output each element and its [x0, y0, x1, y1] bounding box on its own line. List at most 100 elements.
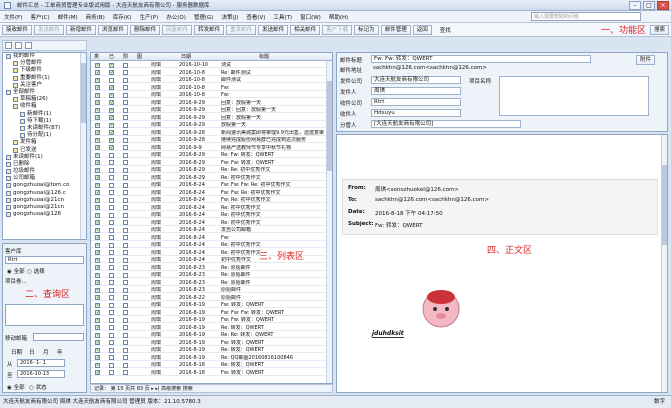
table-row[interactable]: 周琪 2016-8-23 Re: 原始邮件 — [91, 265, 332, 271]
row-attach-checkbox[interactable] — [123, 272, 128, 278]
row-attach-checkbox[interactable] — [123, 347, 128, 353]
table-row[interactable]: 周琪 2016-10-8 Fw: — [91, 85, 332, 91]
table-row[interactable]: 周琪 2016-10-8 邮件测试 — [91, 77, 332, 84]
row-type-checkbox[interactable] — [95, 197, 100, 203]
table-row[interactable]: 周琪 2016-8-19 Re: QQ邮图20160816100846 — [91, 355, 332, 361]
tree-node[interactable]: 发件箱 — [3, 139, 86, 146]
row-attach-checkbox[interactable] — [123, 115, 128, 120]
row-type-checkbox[interactable] — [95, 137, 100, 143]
row-type-checkbox[interactable] — [95, 257, 100, 263]
toolbar-button[interactable]: 删除邮件 — [130, 24, 161, 35]
table-row[interactable]: 周琪 2016-10-10 测试 — [91, 62, 332, 69]
sender-field[interactable]: 周琪 — [371, 87, 461, 95]
project-list[interactable] — [5, 304, 84, 326]
menu-item[interactable]: 库存(K) — [109, 13, 136, 21]
menu-item[interactable]: 帮助(H) — [325, 13, 352, 21]
row-read-checkbox[interactable] — [109, 302, 114, 308]
row-attach-checkbox[interactable] — [123, 220, 128, 225]
menu-item[interactable]: 办公(O) — [162, 13, 190, 21]
row-attach-checkbox[interactable] — [123, 182, 128, 188]
row-attach-checkbox[interactable] — [123, 205, 128, 210]
row-type-checkbox[interactable] — [95, 370, 100, 375]
table-row[interactable]: 周琪 2016-9-29 回复：放假第一天 — [91, 115, 332, 121]
tree-node[interactable]: 未读邮件(1) — [3, 154, 86, 161]
row-attach-checkbox[interactable] — [123, 160, 128, 165]
toolbar-button[interactable]: 浏览邮件 — [98, 24, 129, 35]
row-read-checkbox[interactable] — [109, 197, 114, 203]
row-read-checkbox[interactable] — [109, 205, 114, 210]
row-read-checkbox[interactable] — [109, 370, 114, 375]
row-attach-checkbox[interactable] — [123, 137, 128, 143]
customer-select[interactable]: Rtrt — [5, 256, 84, 264]
row-type-checkbox[interactable] — [95, 145, 100, 150]
col-date[interactable]: 日期 — [181, 53, 191, 61]
row-read-checkbox[interactable] — [109, 287, 114, 293]
row-read-checkbox[interactable] — [109, 347, 114, 353]
row-type-checkbox[interactable] — [95, 280, 100, 285]
toolbar-button[interactable]: 回复邮件 — [162, 24, 193, 35]
row-type-checkbox[interactable] — [95, 85, 100, 90]
toolbar-button[interactable]: 接收邮件 — [2, 24, 33, 35]
tree-node[interactable]: 关注客户 — [3, 82, 86, 89]
table-row[interactable]: 周琪 2016-8-19 Fw: 转发：QWERT — [91, 302, 332, 309]
table-row[interactable]: 周琪 2016-9-29 回复：放假第一天 — [91, 100, 332, 106]
table-row[interactable]: 周琪 2016-8-29 Re: Re: 初中优秀作文 — [91, 167, 332, 174]
row-type-checkbox[interactable] — [95, 152, 100, 158]
attach-button[interactable]: 附件 — [635, 55, 655, 65]
table-row[interactable]: 周琪 2016-8-24 Fw: Fw: Re: 初中优秀作文 — [91, 190, 332, 196]
row-attach-checkbox[interactable] — [123, 77, 128, 83]
row-read-checkbox[interactable] — [109, 145, 114, 150]
row-type-checkbox[interactable] — [95, 167, 100, 173]
row-type-checkbox[interactable] — [95, 107, 100, 113]
tree-node[interactable]: gongzhuoai@tom.co — [3, 182, 86, 189]
row-type-checkbox[interactable] — [95, 317, 100, 323]
date-tab-day[interactable]: 日 — [29, 348, 35, 356]
row-type-checkbox[interactable] — [95, 362, 100, 368]
row-type-checkbox[interactable] — [95, 160, 100, 165]
row-type-checkbox[interactable] — [95, 287, 100, 293]
recv-company-field[interactable]: Rtrt — [371, 98, 461, 106]
row-type-checkbox[interactable] — [95, 295, 100, 300]
close-button[interactable]: × — [657, 0, 669, 10]
project-name-field[interactable] — [499, 76, 649, 116]
minimize-button[interactable]: – — [629, 0, 641, 10]
refresh-icon[interactable] — [5, 42, 12, 49]
table-row[interactable]: 周琪 2016-8-29 Re: 初中优秀作文 — [91, 175, 332, 181]
table-row[interactable]: 周琪 2016-8-24 Fw: — [91, 235, 332, 241]
row-read-checkbox[interactable] — [109, 220, 114, 225]
toolbar-button[interactable]: 返回 — [412, 24, 432, 35]
row-read-checkbox[interactable] — [109, 137, 114, 143]
bottom-radio-all[interactable]: ◉ 全部 — [7, 383, 25, 391]
help-search-input[interactable]: 输入需要帮助的问题 — [531, 12, 641, 21]
tree-node[interactable]: 重要邮件(1) — [3, 75, 86, 82]
row-attach-checkbox[interactable] — [123, 100, 128, 105]
expand-icon[interactable] — [15, 42, 22, 49]
toolbar-button[interactable]: 发送邮件 — [34, 24, 65, 35]
row-attach-checkbox[interactable] — [123, 332, 128, 338]
toolbar-button[interactable]: 标记为 — [354, 24, 379, 35]
tree-node[interactable]: gongzhuoai@126 — [3, 211, 86, 218]
row-read-checkbox[interactable] — [109, 130, 114, 135]
row-read-checkbox[interactable] — [109, 325, 114, 330]
row-attach-checkbox[interactable] — [123, 295, 128, 300]
row-read-checkbox[interactable] — [109, 280, 114, 285]
row-type-checkbox[interactable] — [95, 265, 100, 270]
col-read[interactable]: 已 — [109, 53, 114, 61]
row-read-checkbox[interactable] — [109, 70, 114, 75]
table-row[interactable]: 周琪 2016-8-19 Re: 转发：QWERT — [91, 347, 332, 354]
row-type-checkbox[interactable] — [95, 100, 100, 105]
row-attach-checkbox[interactable] — [123, 317, 128, 323]
subject-field[interactable]: Fw: Fw: 转发：QWERT — [371, 55, 591, 63]
table-row[interactable]: 周琪 2016-8-19 Fw: 转发：QWERT — [91, 340, 332, 346]
row-type-checkbox[interactable] — [95, 175, 100, 180]
table-row[interactable]: 周琪 2016-8-23 Re: 原始邮件 — [91, 272, 332, 279]
col-title[interactable]: 标题 — [259, 53, 269, 61]
row-read-checkbox[interactable] — [109, 212, 114, 218]
row-attach-checkbox[interactable] — [123, 280, 128, 285]
row-attach-checkbox[interactable] — [123, 190, 128, 195]
tree-node[interactable]: 草稿箱(26) — [3, 96, 86, 103]
table-row[interactable]: 周琪 2016-9-29 放假第一天 — [91, 122, 332, 129]
menu-item[interactable]: 管理(G) — [190, 13, 218, 21]
tree-node[interactable]: 待分配(1) — [3, 132, 86, 139]
row-attach-checkbox[interactable] — [123, 355, 128, 360]
